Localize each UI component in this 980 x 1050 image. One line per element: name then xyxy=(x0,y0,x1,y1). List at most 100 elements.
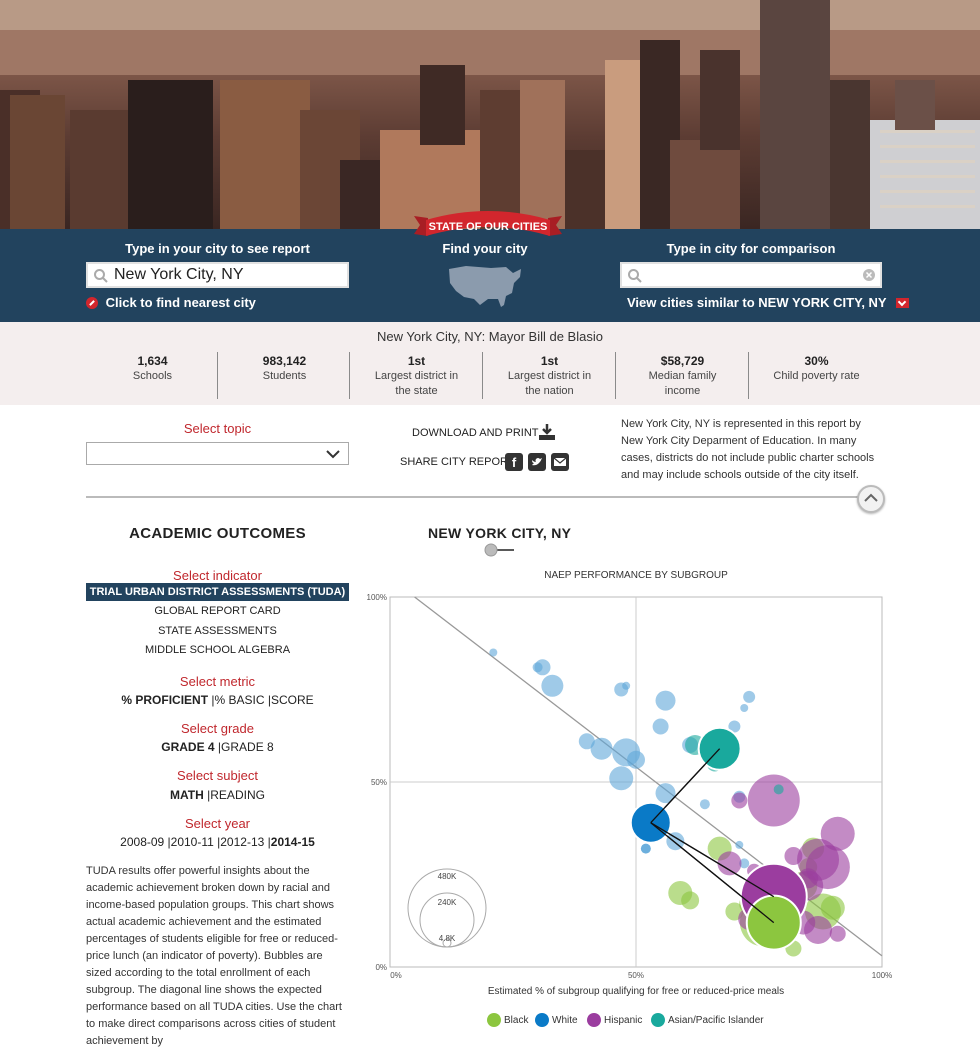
ribbon-text: STATE OF OUR CITIES xyxy=(429,221,548,233)
stat-poverty: 30% Child poverty rate xyxy=(750,354,883,384)
stat-label: Schools xyxy=(132,370,173,382)
bubble-other[interactable] xyxy=(652,718,669,735)
bubble-other[interactable] xyxy=(534,659,551,676)
clear-icon[interactable] xyxy=(862,268,876,282)
select-subject-label: Select subject xyxy=(177,768,258,783)
city-search-input[interactable]: New York City, NY xyxy=(86,262,349,288)
y-tick-label: 0% xyxy=(375,963,387,972)
bubble-white[interactable] xyxy=(640,843,651,854)
year-2014-15-option[interactable]: 2014-15 xyxy=(271,835,315,849)
stat-students: 983,142 Students xyxy=(218,354,351,384)
location-icon xyxy=(86,297,98,309)
similar-cities-link[interactable]: View cities similar to NEW YORK CITY, NY xyxy=(627,295,910,310)
stat-label: Median family income xyxy=(648,370,717,397)
stat-label: Students xyxy=(262,370,307,382)
hero-banner xyxy=(0,0,980,229)
search-bar: Type in your city to see report New York… xyxy=(0,229,980,322)
bubble-other[interactable] xyxy=(622,681,631,690)
stat-value: 983,142 xyxy=(262,354,307,368)
compare-search-input[interactable] xyxy=(620,262,882,288)
x-tick-label: 100% xyxy=(872,971,892,980)
bubble-hispanic[interactable] xyxy=(805,845,850,890)
stat-divider xyxy=(748,352,749,399)
bubble-other[interactable] xyxy=(541,674,564,697)
stat-nation-rank: 1st Largest district in the nation xyxy=(483,354,616,399)
chart-description: TUDA results offer powerful insights abo… xyxy=(86,865,342,1047)
nearest-city-link[interactable]: Click to find nearest city xyxy=(86,295,256,310)
bubble-hispanic[interactable] xyxy=(829,925,846,942)
stat-label: Child poverty rate xyxy=(773,370,860,382)
indicator-middle-school-algebra[interactable]: MIDDLE SCHOOL ALGEBRA xyxy=(86,644,349,656)
metric-toggle: % PROFICIENT |% BASIC |SCORE xyxy=(121,693,314,707)
chart-title: NAEP PERFORMANCE BY SUBGROUP xyxy=(544,570,728,581)
collapse-button[interactable] xyxy=(857,485,885,513)
mayor-line: New York City, NY: Mayor Bill de Blasio xyxy=(377,329,603,344)
year-toggle: 2008-09 |2010-11 |2012-13 |2014-15 xyxy=(86,835,349,849)
stat-value: 1,634 xyxy=(137,354,168,368)
similar-prefix: View cities similar to xyxy=(627,295,759,310)
grade-8-option[interactable]: GRADE 8 xyxy=(221,740,274,754)
stat-income: $58,729 Median family income xyxy=(616,354,749,399)
bubble-hispanic[interactable] xyxy=(747,774,800,827)
topic-select[interactable] xyxy=(86,442,349,465)
chevron-down-icon[interactable] xyxy=(896,297,910,308)
reading-option[interactable]: READING xyxy=(210,788,265,802)
bubble-other[interactable] xyxy=(740,704,749,712)
city-search-label: Type in your city to see report xyxy=(125,241,310,256)
city-search-value: New York City, NY xyxy=(114,266,244,283)
select-year-label: Select year xyxy=(184,816,251,831)
x-tick-label: 50% xyxy=(628,971,644,980)
us-map-icon[interactable] xyxy=(446,263,524,311)
bubble-hispanic[interactable] xyxy=(717,851,742,876)
y-tick-label: 100% xyxy=(367,593,387,602)
y-tick-label: 50% xyxy=(371,778,387,787)
search-icon xyxy=(628,269,642,283)
download-print-link[interactable]: DOWNLOAD AND PRINT xyxy=(412,427,539,439)
facebook-icon[interactable]: f xyxy=(505,453,523,471)
math-option[interactable]: MATH xyxy=(170,788,204,802)
stat-value: 30% xyxy=(804,354,829,368)
bubble-asian-pacific-islander[interactable] xyxy=(773,784,784,795)
indicator-state-assessments[interactable]: STATE ASSESSMENTS xyxy=(86,625,349,637)
search-icon xyxy=(94,269,108,283)
bubble-other[interactable] xyxy=(655,690,676,711)
indicator-global-report-card[interactable]: GLOBAL REPORT CARD xyxy=(86,605,349,617)
section-title: ACADEMIC OUTCOMES xyxy=(129,525,306,542)
x-axis-label: Estimated % of subgroup qualifying for f… xyxy=(488,986,784,997)
bubble-other[interactable] xyxy=(735,840,744,849)
grade-4-option[interactable]: GRADE 4 xyxy=(161,740,214,754)
bubble-other[interactable] xyxy=(609,766,634,791)
email-icon[interactable] xyxy=(551,453,569,471)
bubble-hispanic[interactable] xyxy=(731,792,748,809)
select-grade-label: Select grade xyxy=(181,721,254,736)
bubble-other[interactable] xyxy=(489,648,498,657)
select-indicator-label: Select indicator xyxy=(173,568,262,583)
bubble-black[interactable] xyxy=(681,891,700,910)
legend-label: Hispanic xyxy=(604,1015,642,1026)
stat-value: 1st xyxy=(407,354,426,368)
chevron-up-icon xyxy=(864,493,878,502)
legend-swatch xyxy=(535,1013,549,1027)
bubble-other[interactable] xyxy=(743,690,756,703)
download-label: DOWNLOAD AND PRINT xyxy=(412,427,539,439)
find-city-label: Find your city xyxy=(442,241,528,256)
stat-label: Largest district in the nation xyxy=(507,370,592,397)
bubble-other[interactable] xyxy=(699,799,710,810)
city-stats-band: New York City, NY: Mayor Bill de Blasio … xyxy=(0,322,980,405)
naep-bubble-chart: NAEP PERFORMANCE BY SUBGROUP 0% 50% 100% 0%… xyxy=(367,570,892,1027)
bubble-hispanic[interactable] xyxy=(804,916,833,944)
state-of-our-cities-ribbon: STATE OF OUR CITIES xyxy=(414,211,562,236)
download-icon[interactable] xyxy=(538,423,556,441)
bubble-black[interactable] xyxy=(820,895,845,920)
metric-other-options[interactable]: % BASIC |SCORE xyxy=(214,693,313,707)
stat-label: Largest district in the state xyxy=(374,370,459,397)
nearest-city-label: Click to find nearest city xyxy=(105,295,256,310)
indicator-tuda[interactable]: TRIAL URBAN DISTRICT ASSESSMENTS (TUDA) xyxy=(86,583,349,601)
bubble-other[interactable] xyxy=(627,750,645,769)
size-legend-label: 4.8K xyxy=(439,934,456,943)
bubble-other[interactable] xyxy=(590,737,613,760)
twitter-icon[interactable] xyxy=(528,453,546,471)
year-other-options[interactable]: 2008-09 |2010-11 |2012-13 | xyxy=(120,835,271,849)
stat-value: $58,729 xyxy=(660,354,705,368)
metric-proficient[interactable]: % PROFICIENT xyxy=(121,693,208,707)
